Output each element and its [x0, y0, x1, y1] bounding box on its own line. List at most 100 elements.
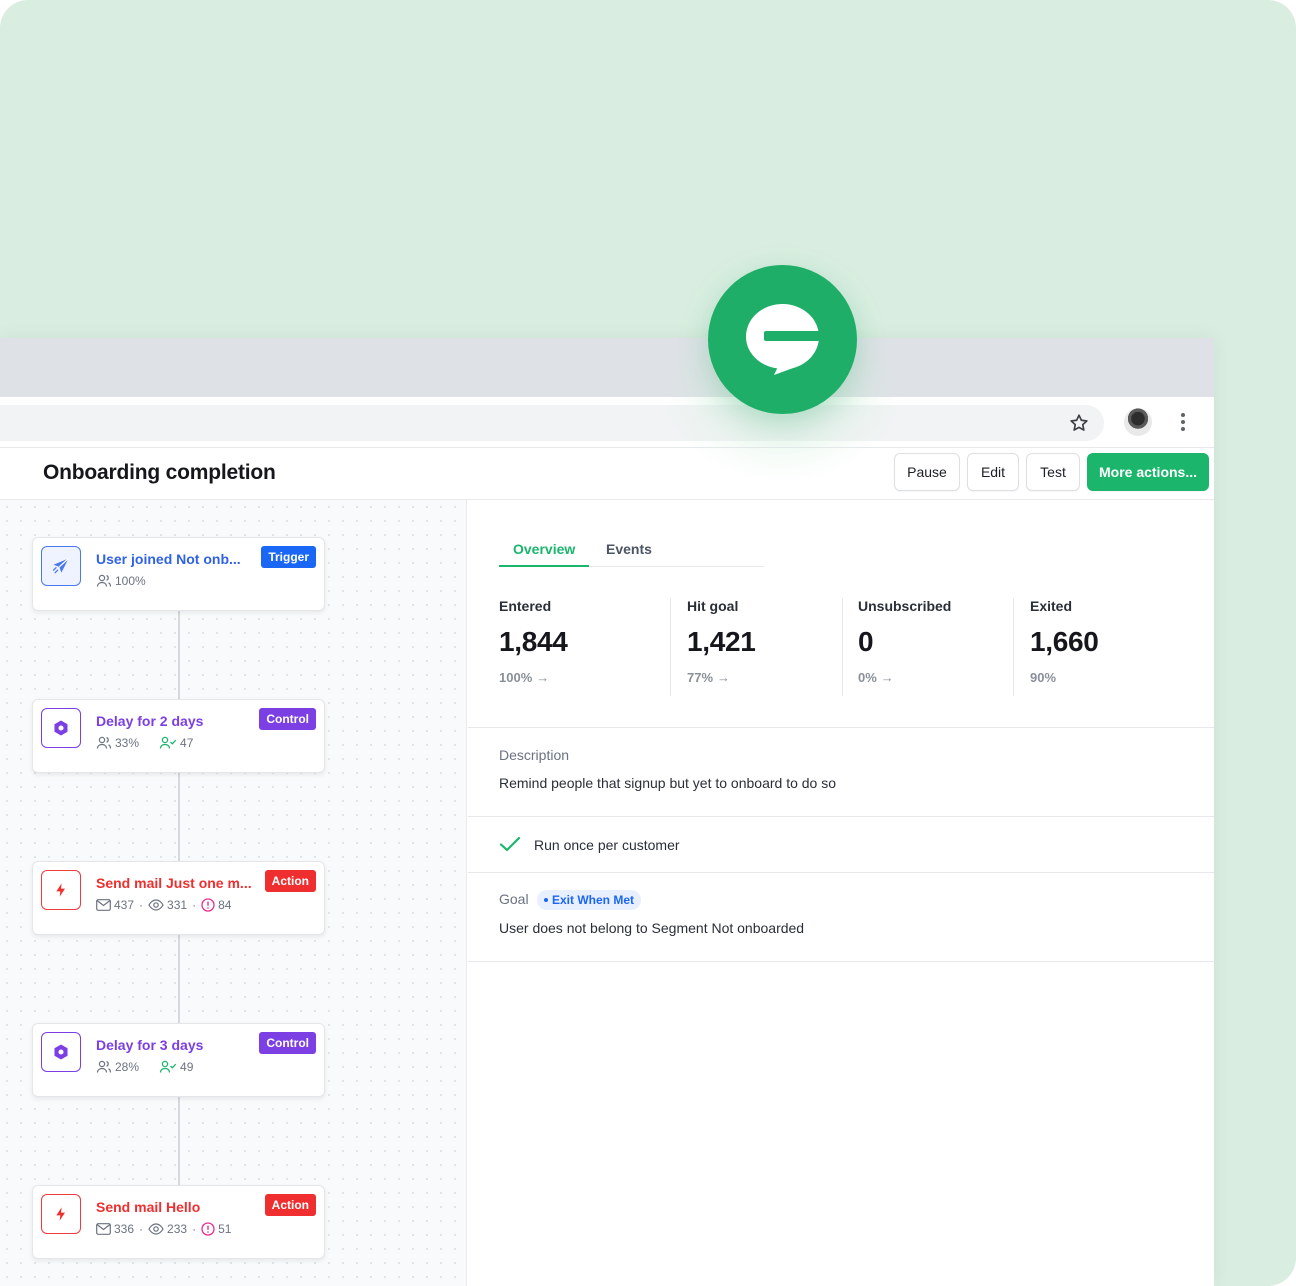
- browser-tab-strip: [0, 338, 1214, 397]
- workflow-node-action[interactable]: Send mail Hello Action 336 · 233 · 51: [32, 1185, 325, 1259]
- workflow-node-control[interactable]: Delay for 2 days Control 33% 47: [32, 699, 325, 773]
- workflow-node-control[interactable]: Delay for 3 days Control 28% 49: [32, 1023, 325, 1097]
- stat-percent: 90%: [1030, 670, 1057, 685]
- node-title: User joined Not onb...: [96, 551, 241, 567]
- user-check-icon: [159, 736, 177, 749]
- eye-icon: [148, 1223, 164, 1235]
- stat-sub[interactable]: 100% →: [499, 670, 568, 685]
- workflow-canvas[interactable]: User joined Not onb... Trigger 100% Dela…: [0, 500, 467, 1286]
- description-label: Description: [499, 747, 570, 763]
- hexagon-icon: [41, 1032, 81, 1072]
- bookmark-star-icon[interactable]: [1068, 412, 1090, 434]
- page-title: Onboarding completion: [43, 461, 276, 484]
- stat-exited: Exited 1,660 90%: [1030, 598, 1099, 696]
- eye-icon: [148, 899, 164, 911]
- stat-divider: [670, 598, 671, 696]
- description-text: Remind people that signup but yet to onb…: [499, 775, 837, 791]
- tab-bar: Overview Events: [499, 537, 764, 567]
- exit-when-met-badge: Exit When Met: [537, 890, 642, 910]
- tab-overview[interactable]: Overview: [513, 541, 575, 557]
- node-title: Delay for 3 days: [96, 1037, 204, 1053]
- stat-label: Entered: [499, 598, 552, 614]
- goal-text: User does not belong to Segment Not onbo…: [499, 920, 805, 936]
- stat-value: 1,660: [1030, 626, 1099, 657]
- hexagon-icon: [41, 708, 81, 748]
- stat-label: Exited: [1030, 598, 1073, 614]
- run-once-text: Run once per customer: [534, 837, 680, 853]
- section-divider: [468, 727, 1214, 728]
- node-stats: 437 · 331 · 84: [96, 898, 231, 912]
- address-bar[interactable]: [0, 405, 1104, 441]
- failed-count: 84: [218, 898, 232, 912]
- check-icon: [499, 836, 521, 852]
- exit-pill-label: Exit When Met: [552, 893, 635, 907]
- section-divider: [468, 872, 1214, 873]
- entered-percent: 100%: [115, 574, 146, 588]
- users-icon: [96, 1060, 112, 1073]
- test-button[interactable]: Test: [1026, 453, 1080, 491]
- more-actions-button[interactable]: More actions...: [1087, 453, 1209, 491]
- connector-line: [178, 1096, 180, 1186]
- entered-percent: 28%: [115, 1060, 140, 1074]
- stat-sub[interactable]: 77% →: [687, 670, 756, 685]
- stat-unsubscribed: Unsubscribed 0 0% →: [858, 598, 951, 696]
- mail-icon: [96, 1223, 111, 1235]
- workflow-node-trigger[interactable]: User joined Not onb... Trigger 100%: [32, 537, 325, 611]
- arrow-right-icon: →: [880, 670, 894, 685]
- sent-count: 437: [114, 898, 135, 912]
- stat-divider: [1013, 598, 1014, 696]
- stat-label: Hit goal: [687, 598, 739, 614]
- tab-events[interactable]: Events: [606, 541, 652, 557]
- stat-value: 1,421: [687, 626, 756, 657]
- sent-count: 336: [114, 1222, 135, 1236]
- action-badge: Action: [264, 870, 316, 892]
- users-icon: [96, 574, 112, 587]
- stat-percent: 0%: [858, 670, 877, 685]
- stat-percent: 77%: [687, 670, 714, 685]
- app-header: Onboarding completion Pause Edit Test Mo…: [0, 448, 1214, 500]
- section-divider: [468, 816, 1214, 817]
- stat-label: Unsubscribed: [858, 598, 952, 614]
- connector-line: [178, 772, 180, 862]
- alert-circle-icon: [201, 898, 215, 912]
- send-plane-icon: [41, 546, 81, 586]
- alert-circle-icon: [201, 1222, 215, 1236]
- arrow-right-icon: →: [717, 670, 731, 685]
- goal-label: Goal: [499, 891, 529, 907]
- node-title: Send mail Hello: [96, 1199, 201, 1215]
- connector-line: [178, 610, 180, 700]
- node-stats: 100%: [96, 574, 146, 588]
- action-badge: Action: [264, 1194, 316, 1216]
- user-check-icon: [159, 1060, 177, 1073]
- mail-icon: [96, 899, 111, 911]
- trigger-badge: Trigger: [261, 546, 316, 568]
- stat-sub: 90%: [1030, 670, 1099, 685]
- goal-count: 49: [180, 1060, 194, 1074]
- goal-count: 47: [180, 736, 194, 750]
- browser-menu-icon[interactable]: [1178, 410, 1188, 434]
- node-stats: 33% 47: [96, 736, 193, 750]
- stat-value: 0: [858, 626, 874, 657]
- pause-button[interactable]: Pause: [894, 453, 960, 491]
- stat-entered: Entered 1,844 100% →: [499, 598, 568, 696]
- node-stats: 28% 49: [96, 1060, 193, 1074]
- browser-toolbar: [0, 397, 1214, 448]
- node-stats: 336 · 233 · 51: [96, 1222, 231, 1236]
- brand-logo: [708, 265, 857, 414]
- entered-percent: 33%: [115, 736, 140, 750]
- opened-count: 331: [167, 898, 188, 912]
- active-tab-indicator: [499, 565, 589, 567]
- node-title: Delay for 2 days: [96, 713, 204, 729]
- browser-window: Onboarding completion Pause Edit Test Mo…: [0, 338, 1214, 1286]
- control-badge: Control: [259, 1032, 316, 1054]
- stat-hit-goal: Hit goal 1,421 77% →: [687, 598, 756, 696]
- section-divider: [468, 961, 1214, 962]
- chat-bubble-logo-icon: [746, 304, 820, 375]
- workflow-node-action[interactable]: Send mail Just one m... Action 437 · 331…: [32, 861, 325, 935]
- stat-value: 1,844: [499, 626, 568, 657]
- stat-sub[interactable]: 0% →: [858, 670, 951, 685]
- lightning-icon: [41, 1194, 81, 1234]
- edit-button[interactable]: Edit: [967, 453, 1019, 491]
- profile-avatar[interactable]: [1124, 408, 1152, 436]
- users-icon: [96, 736, 112, 749]
